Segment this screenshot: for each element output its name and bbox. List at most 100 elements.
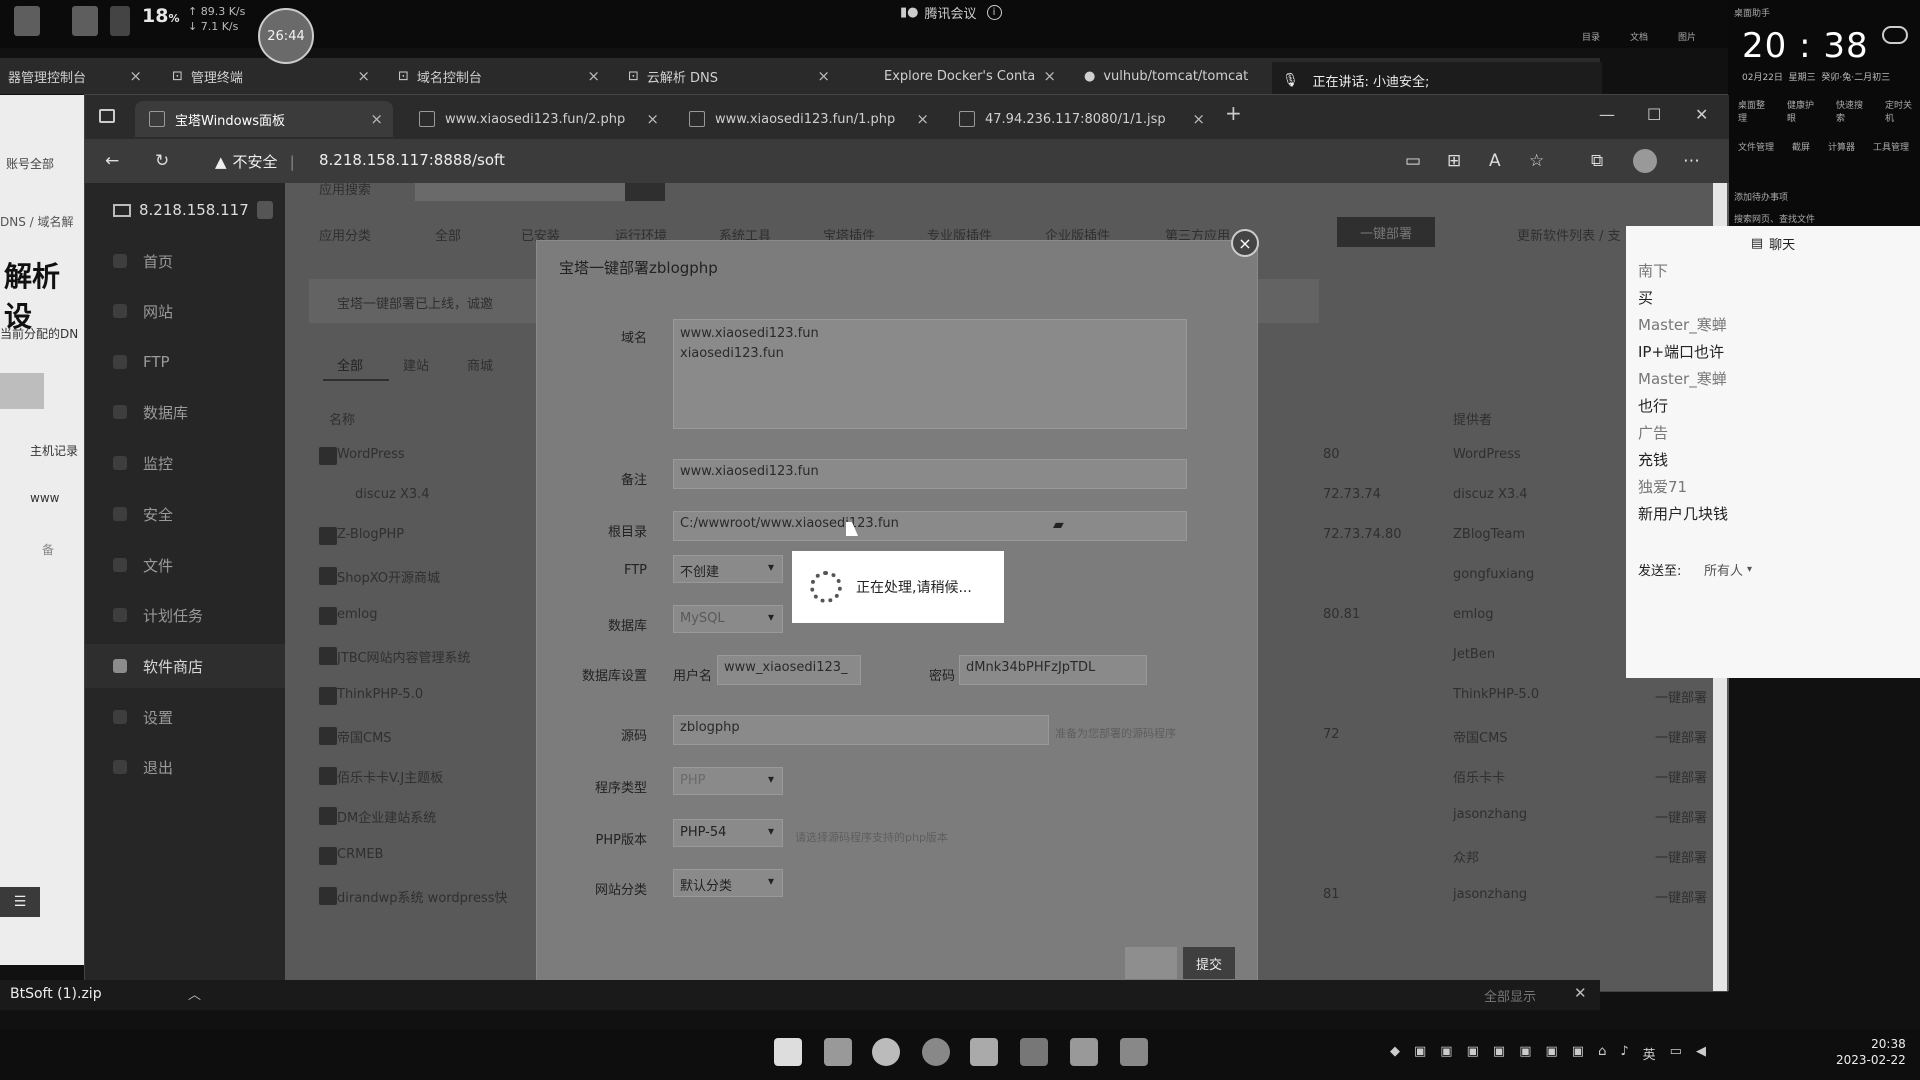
sidebar-item-files[interactable]: 文件 [85,543,285,587]
db-select[interactable]: MySQL [673,605,783,633]
collections-icon[interactable]: ⧉ [1591,151,1603,171]
close-icon[interactable]: × [646,110,659,128]
close-icon[interactable]: × [916,110,929,128]
program-type-select[interactable]: PHP [673,767,783,795]
add-record-button[interactable] [0,373,44,409]
php-version-select[interactable]: PHP-54 [673,819,783,847]
tab-jsp[interactable]: 47.94.236.117:8080/1/1.jsp × [945,101,1215,137]
close-icon[interactable]: × [129,67,142,85]
avatar[interactable] [1633,149,1657,173]
close-icon[interactable]: ✕ [1574,984,1587,1002]
menu-icon[interactable]: ☰ [0,887,40,917]
app-icon[interactable]: ▣ [1519,1044,1531,1063]
apps-icon[interactable]: ⊞ [1447,151,1461,171]
app-icon[interactable]: ▣ [1440,1044,1452,1063]
db-password-input[interactable]: dMnk34bPHFzJpTDL [959,655,1147,685]
root-dir-input[interactable]: C:/wwwroot/www.xiaosedi123.fun [673,511,1187,541]
outer-tab[interactable]: Explore Docker's Conta × [876,58,1064,94]
volume-icon[interactable]: ◀ [1696,1044,1706,1063]
chevron-up-icon[interactable]: ︿ [188,984,201,1003]
close-icon[interactable]: × [370,110,383,128]
shield-icon[interactable] [110,6,130,36]
sidebar-item-website[interactable]: 网站 [85,289,285,333]
sidebar-item-database[interactable]: 数据库 [85,390,285,434]
deploy-link[interactable]: 一键部署 [1655,887,1707,906]
tab-site[interactable]: 建站 [403,355,429,374]
document-icon[interactable] [72,6,98,36]
start-icon[interactable] [774,1038,802,1066]
one-click-deploy-button[interactable]: 一键部署 [1337,217,1435,247]
shield-icon[interactable]: ◆ [1390,1044,1400,1063]
sidebar-item-ftp[interactable]: FTP [85,340,285,384]
cloud-icon[interactable] [1882,26,1908,44]
deploy-link[interactable]: 一键部署 [1655,807,1707,826]
network-icon[interactable]: ⌂ [1598,1044,1606,1063]
close-icon[interactable]: × [1231,229,1259,257]
panel-notice[interactable]: 添加待办事项 [1734,190,1788,203]
outer-tab[interactable]: ● vulhub/tomcat/tomcat [1076,58,1266,94]
deploy-link[interactable]: 一键部署 [1655,847,1707,866]
recycle-bin-icon[interactable] [14,6,40,36]
meeting-timer[interactable]: 26:44 [258,8,314,64]
sidebar-item-cron[interactable]: 计划任务 [85,593,285,637]
deploy-link[interactable]: 一键部署 [1655,687,1707,706]
outer-tab[interactable]: 器管理控制台 × [0,58,150,94]
outer-tab[interactable]: ⊡ 域名控制台 × [390,58,608,94]
close-icon[interactable]: × [1192,110,1205,128]
sidebar-item-store[interactable]: 软件商店 [85,644,285,688]
sidebar-item-logout[interactable]: 退出 [85,745,285,789]
app-icon[interactable]: ▣ [1414,1044,1426,1063]
taskbar-clock[interactable]: 20:38 2023-02-22 [1836,1036,1906,1068]
panel-tool[interactable]: 截屏 [1792,140,1810,153]
deploy-link[interactable]: 一键部署 [1655,767,1707,786]
note-input[interactable]: www.xiaosedi123.fun [673,459,1187,489]
file-explorer-icon[interactable] [824,1038,852,1066]
display-icon[interactable]: ▭ [1670,1044,1682,1063]
cat-all[interactable]: 全部 [435,225,461,244]
remote-desktop-icon[interactable] [1120,1038,1148,1066]
cancel-button[interactable]: 取消 [1125,947,1177,979]
tab-2php[interactable]: www.xiaosedi123.fun/2.php × [405,101,669,137]
edge-icon[interactable] [872,1038,900,1066]
panel-tool[interactable]: 健康护眼 [1787,98,1822,124]
panel-link[interactable]: 图片 [1678,30,1696,43]
close-icon[interactable]: × [357,67,370,85]
source-input[interactable]: zblogphp [673,715,1049,745]
tab-shop[interactable]: 商城 [467,355,493,374]
microphone-icon[interactable]: ♪ [1620,1044,1628,1063]
panel-link[interactable]: 文档 [1630,30,1648,43]
panel-search[interactable]: 搜索网页、查找文件 [1734,212,1815,225]
sidebar-item-home[interactable]: 首页 [85,239,285,283]
panel-link[interactable]: 目录 [1582,30,1600,43]
edit-link[interactable]: 备 [42,541,54,558]
search-icon[interactable] [625,183,665,201]
more-icon[interactable]: ⋯ [1683,151,1700,171]
search-input[interactable] [415,183,625,201]
panel-tool[interactable]: 定时关机 [1885,98,1920,124]
server-badge[interactable] [257,201,273,219]
ime-indicator[interactable]: 英 [1643,1044,1656,1063]
tab-all[interactable]: 全部 [337,355,363,374]
close-icon[interactable]: × [817,67,830,85]
ftp-select[interactable]: 不创建 [673,555,783,583]
app-icon[interactable]: ▣ [1467,1044,1479,1063]
download-file[interactable]: BtSoft (1).zip [10,986,102,1002]
app-icon[interactable]: ▣ [1493,1044,1505,1063]
panel-tool[interactable]: 工具管理 [1873,140,1909,153]
favorite-icon[interactable]: ☆ [1529,151,1544,171]
app-icon[interactable]: ▣ [1545,1044,1557,1063]
folder-icon[interactable]: ▰ [1053,517,1064,533]
sidebar-item-monitor[interactable]: 监控 [85,441,285,485]
app-icon[interactable] [1020,1038,1048,1066]
photos-icon[interactable] [1070,1038,1098,1066]
tab-1php[interactable]: www.xiaosedi123.fun/1.php × [675,101,939,137]
security-warning[interactable]: ▲ 不安全 | [215,151,295,172]
maximize-icon[interactable]: ☐ [1647,105,1661,124]
sidebar-item-security[interactable]: 安全 [85,492,285,536]
panel-tool[interactable]: 桌面整理 [1738,98,1773,124]
show-all-link[interactable]: 全部显示 [1484,986,1536,1005]
deploy-link[interactable]: 一键部署 [1655,727,1707,746]
info-icon[interactable]: i [986,5,1002,20]
workspace-icon[interactable] [99,109,115,123]
update-list-link[interactable]: 更新软件列表 / 支 [1517,225,1621,244]
